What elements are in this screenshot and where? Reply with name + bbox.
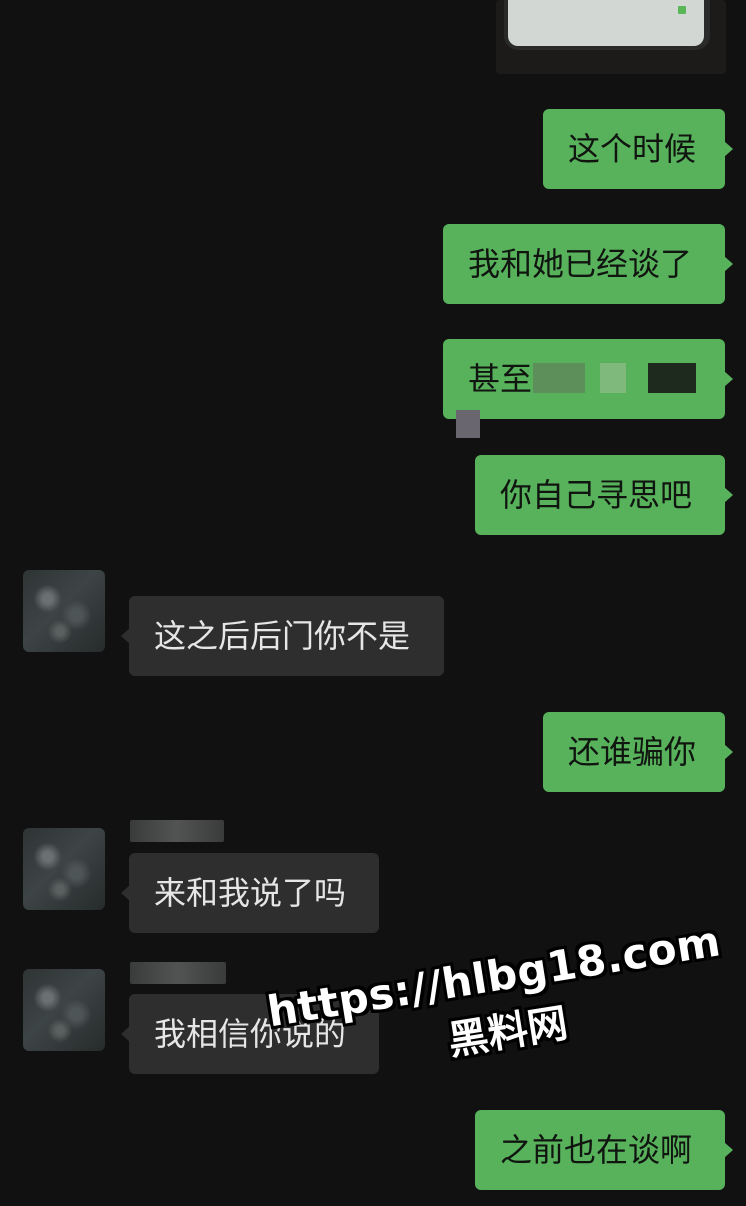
message-bubble-sent[interactable]: 之前也在谈啊 xyxy=(475,1110,733,1190)
photo-device-screen xyxy=(508,0,704,46)
message-text: 你自己寻思吧 xyxy=(500,476,693,514)
message-bubble-sent[interactable]: 我和她已经谈了 xyxy=(443,224,733,304)
contact-avatar[interactable] xyxy=(23,969,105,1051)
sender-nickname-redacted xyxy=(130,820,224,842)
contact-avatar[interactable] xyxy=(23,828,105,910)
message-text: 来和我说了吗 xyxy=(154,874,347,912)
contact-avatar[interactable] xyxy=(23,570,105,652)
message-text: 我相信你说的 xyxy=(154,1015,347,1053)
sender-nickname-redacted xyxy=(130,962,226,984)
chat-screen: 这个时候 我和她已经谈了 甚至 你自己寻思吧 这之后后门你不是 还谁骗你 来和我… xyxy=(0,0,746,1206)
message-bubble-received[interactable]: 来和我说了吗 xyxy=(121,853,379,933)
message-text: 之前也在谈啊 xyxy=(500,1131,693,1169)
message-bubble-sent[interactable]: 还谁骗你 xyxy=(543,712,733,792)
sent-photo-message[interactable] xyxy=(496,0,726,74)
censor-mosaic xyxy=(456,410,480,438)
censor-mosaic xyxy=(648,363,696,393)
message-text: 这个时候 xyxy=(568,130,697,168)
message-bubble-sent[interactable]: 这个时候 xyxy=(543,109,733,189)
censor-mosaic xyxy=(533,363,585,393)
message-bubble-received[interactable]: 这之后后门你不是 xyxy=(121,596,444,676)
censor-mosaic xyxy=(600,363,626,393)
message-bubble-sent[interactable]: 你自己寻思吧 xyxy=(475,455,733,535)
message-text: 还谁骗你 xyxy=(568,733,697,771)
message-text: 我和她已经谈了 xyxy=(468,245,693,283)
photo-green-dot xyxy=(678,6,686,14)
message-text: 这之后后门你不是 xyxy=(154,617,411,655)
message-bubble-received[interactable]: 我相信你说的 xyxy=(121,994,379,1074)
message-text: 甚至 xyxy=(468,360,533,398)
